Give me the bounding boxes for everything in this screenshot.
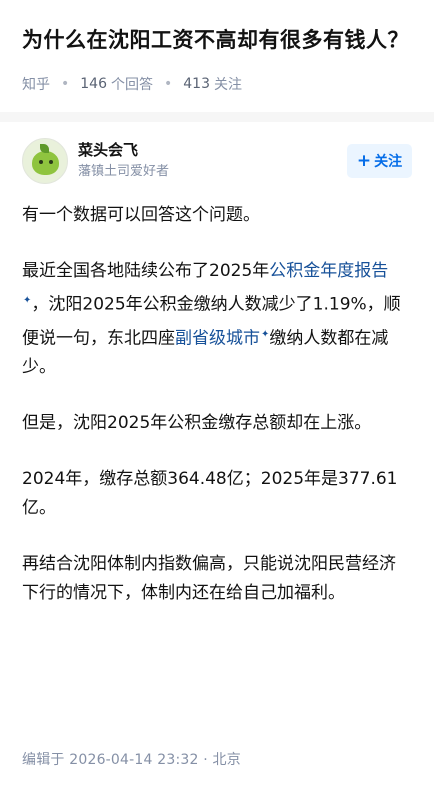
meta-separator: • xyxy=(164,76,173,92)
author-bio: 藩镇土司爱好者 xyxy=(78,164,170,179)
follower-count: 413 xyxy=(183,76,210,92)
author-name[interactable]: 菜头会飞 xyxy=(78,140,347,160)
link-housing-fund-report[interactable]: 公积金年度报告 xyxy=(269,261,388,281)
paragraph: 但是，沈阳2025年公积金缴存总额却在上涨。 xyxy=(22,413,372,434)
question-meta: 知乎 • 146 个回答 • 413 关注 xyxy=(22,73,412,95)
avatar-figure xyxy=(32,151,59,175)
answer-count: 146 xyxy=(80,76,107,92)
source-label: 知乎 xyxy=(22,77,50,93)
section-divider xyxy=(0,112,434,122)
paragraph: 再结合沈阳体制内指数偏高，只能说沈阳民营经济下行的情况下，体制内还在给自己加福利… xyxy=(22,554,396,604)
link-sub-provincial-city[interactable]: 副省级城市 xyxy=(175,328,260,348)
plus-icon: + xyxy=(356,151,372,171)
follower-count-label: 关注 xyxy=(214,77,242,93)
meta-separator: • xyxy=(61,76,70,92)
question-header: 为什么在沈阳工资不高却有很多有钱人？ 知乎 • 146 个回答 • 413 关注 xyxy=(0,0,434,95)
edit-info: 编辑于 2026-04-14 23:32 · 北京 xyxy=(22,752,241,768)
avatar-eye xyxy=(39,160,43,164)
paragraph: 有一个数据可以回答这个问题。 xyxy=(22,205,260,225)
author-info: 菜头会飞 藩镇土司爱好者 xyxy=(78,140,347,182)
answer-author-bar: 菜头会飞 藩镇土司爱好者 + 关注 xyxy=(0,122,434,184)
follow-button[interactable]: + 关注 xyxy=(347,144,412,178)
answer-content: 有一个数据可以回答这个问题。 最近全国各地陆续公布了2025年公积金年度报告✦，… xyxy=(0,184,434,608)
question-title[interactable]: 为什么在沈阳工资不高却有很多有钱人？ xyxy=(22,22,412,59)
paragraph: 2024年，缴存总额364.48亿；2025年是377.61亿。 xyxy=(22,469,398,519)
paragraph: 最近全国各地陆续公布了2025年公积金年度报告✦，沈阳2025年公积金缴纳人数减… xyxy=(22,257,412,382)
follow-label: 关注 xyxy=(374,154,403,170)
avatar[interactable] xyxy=(22,138,68,184)
avatar-eye xyxy=(49,160,53,164)
paragraph-text: 最近全国各地陆续公布了2025年 xyxy=(22,261,270,281)
avatar-leaf xyxy=(40,144,49,153)
answer-count-label[interactable]: 个回答 xyxy=(111,74,153,94)
